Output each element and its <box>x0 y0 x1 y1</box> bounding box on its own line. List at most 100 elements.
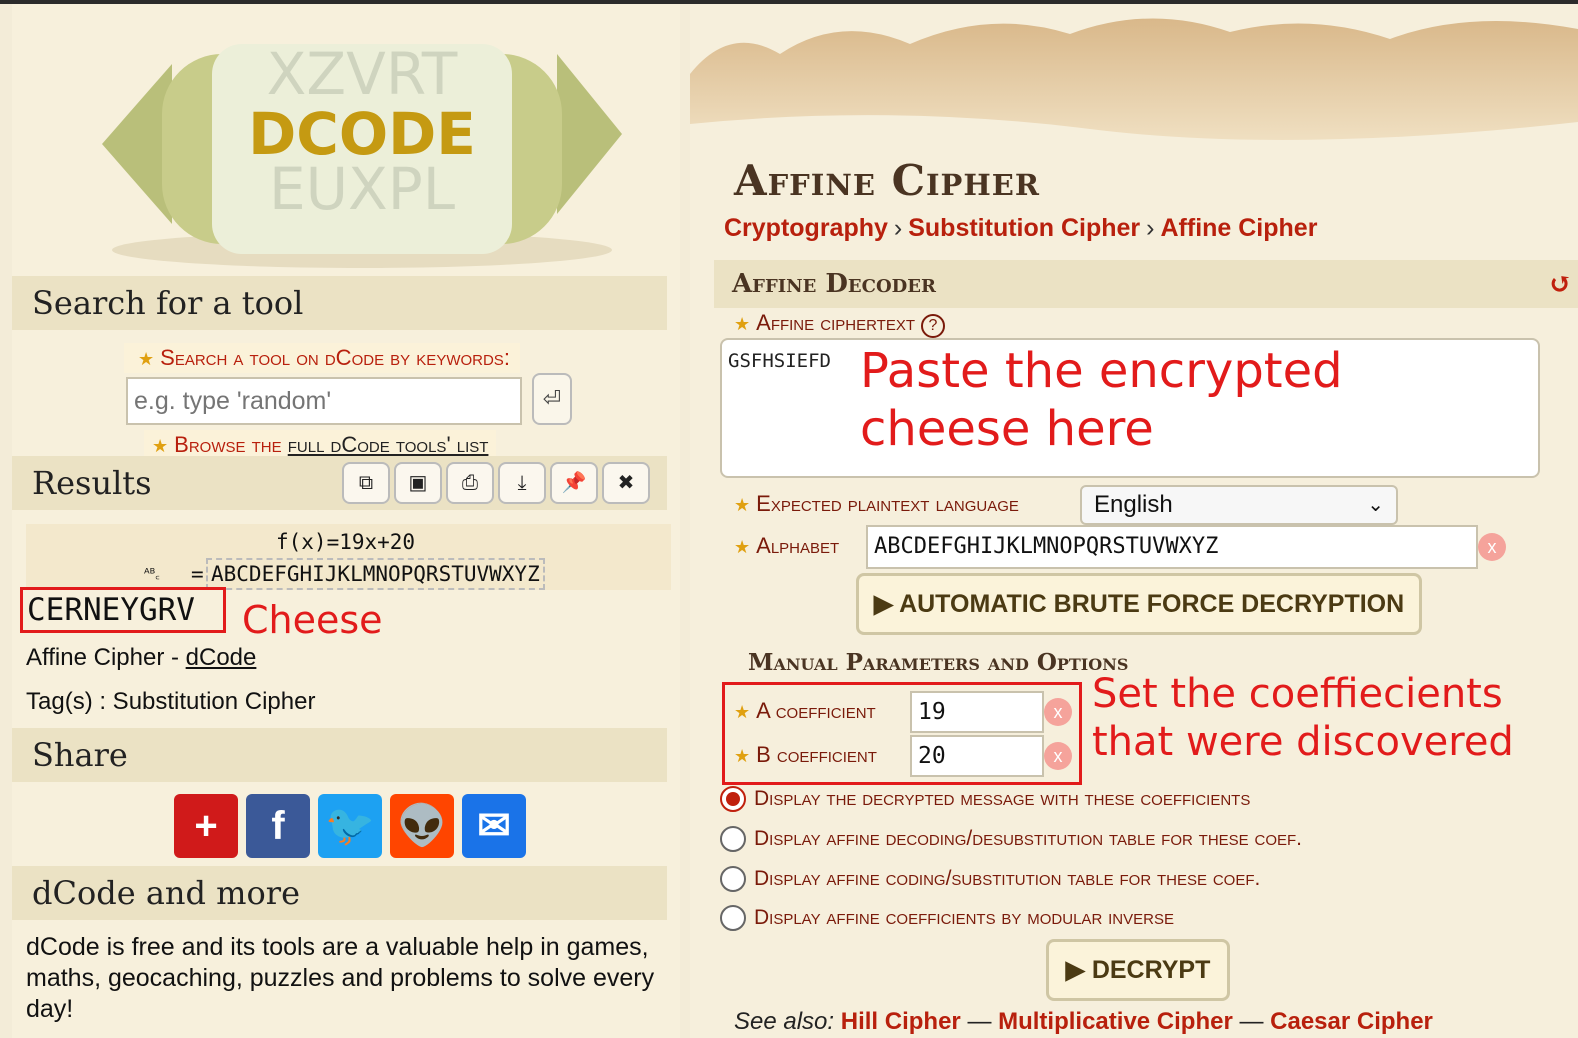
see-also-link[interactable]: Hill Cipher <box>841 1008 961 1035</box>
radio-button[interactable] <box>720 866 746 892</box>
search-submit-button[interactable]: ⏎ <box>532 373 572 425</box>
star-icon: ★ <box>734 495 751 515</box>
star-icon: ★ <box>734 537 751 557</box>
result-alphabet: ABCDEFGHIJKLMNOPQRSTUVWXYZ <box>206 558 545 590</box>
star-icon: ★ <box>152 436 169 456</box>
see-also-link[interactable]: Caesar Cipher <box>1270 1008 1433 1035</box>
brute-force-button[interactable]: ▶ AUTOMATIC BRUTE FORCE DECRYPTION <box>856 573 1422 635</box>
save-button[interactable]: ▣ <box>394 462 442 504</box>
display-option-label: Display affine decoding/desubstitution t… <box>754 827 1303 850</box>
coefficients-annotation-line1: Set the coeffiecients <box>1092 671 1503 717</box>
decrypt-button[interactable]: ▶ DECRYPT <box>1046 939 1230 1001</box>
paste-annotation: Paste the encrypted cheese here <box>860 342 1343 458</box>
alphabet-icon: ᴬᴮ꜀ <box>144 567 160 582</box>
display-option[interactable]: Display affine coding/substitution table… <box>720 864 1260 894</box>
breadcrumb-item[interactable]: Cryptography <box>724 214 888 242</box>
breadcrumb-item[interactable]: Affine Cipher <box>1160 214 1317 242</box>
a-coefficient-label-text: A coefficient <box>756 698 876 723</box>
share-addthis-button[interactable]: + <box>174 794 238 858</box>
search-heading: Search for a tool <box>12 276 667 330</box>
coefficients-annotation-line2: that were discovered <box>1092 719 1514 765</box>
result-formula: f(x)=19x+20 <box>276 530 416 554</box>
display-option[interactable]: Display affine coefficients by modular i… <box>720 903 1174 933</box>
share-twitter-button[interactable]: 🐦 <box>318 794 382 858</box>
see-also-separator: — <box>1239 1008 1264 1035</box>
b-coefficient-label-text: B coefficient <box>756 742 877 767</box>
star-icon: ★ <box>734 314 751 334</box>
browse-prefix: Browse the <box>174 432 282 457</box>
close-icon: ✖ <box>617 472 635 494</box>
download-button[interactable]: ⤓ <box>498 462 546 504</box>
language-label: ★ Expected plaintext language <box>734 491 1019 517</box>
breadcrumb-separator: › <box>1146 214 1155 242</box>
share-email-button[interactable]: ✉ <box>462 794 526 858</box>
copy-button[interactable]: ⧉ <box>342 462 390 504</box>
close-button[interactable]: ✖ <box>602 462 650 504</box>
radio-button[interactable] <box>720 786 746 812</box>
display-option[interactable]: Display affine decoding/desubstitution t… <box>720 824 1302 854</box>
search-label: ★ Search a tool on dCode by keywords: <box>124 343 520 373</box>
star-icon: ★ <box>734 702 751 722</box>
parchment-banner <box>690 4 1578 164</box>
enter-icon: ⏎ <box>542 386 562 411</box>
display-option[interactable]: Display the decrypted message with these… <box>720 784 1250 814</box>
radio-button[interactable] <box>720 826 746 852</box>
b-coefficient-input[interactable]: 20 <box>910 735 1044 777</box>
see-also-links: Hill Cipher — Multiplicative Cipher — Ca… <box>841 1008 1433 1035</box>
see-also-link[interactable]: Multiplicative Cipher <box>998 1008 1233 1035</box>
help-icon[interactable]: ? <box>921 314 945 338</box>
facebook-icon: f <box>271 804 285 848</box>
results-toolbar: ⧉ ▣ ⎙ ⤓ 📌 ✖ <box>342 462 650 504</box>
share-reddit-button[interactable]: 👽 <box>390 794 454 858</box>
result-source-link[interactable]: dCode <box>186 644 257 671</box>
pin-button[interactable]: 📌 <box>550 462 598 504</box>
share-heading: Share <box>12 728 667 782</box>
logo-top-letters: XZVRT <box>267 40 458 108</box>
b-coefficient-label: ★ B coefficient <box>734 742 877 768</box>
language-label-text: Expected plaintext language <box>756 491 1019 516</box>
save-icon: ▣ <box>408 472 428 494</box>
display-option-label: Display affine coefficients by modular i… <box>754 906 1174 929</box>
copy-icon: ⧉ <box>358 472 374 494</box>
about-text: dCode is free and its tools are a valuab… <box>26 933 655 1023</box>
sidebar: XZVRT DCODE EUXPL Search for a tool ★ Sea… <box>12 4 680 1038</box>
result-tags: Tag(s) : Substitution Cipher <box>26 688 316 715</box>
see-also-separator: — <box>967 1008 992 1035</box>
a-coefficient-label: ★ A coefficient <box>734 698 876 724</box>
clear-a-button[interactable]: x <box>1044 698 1072 726</box>
email-icon: ✉ <box>477 804 511 848</box>
browse-link-text[interactable]: full dCode tools' list <box>288 432 489 457</box>
cheese-annotation: Cheese <box>242 598 383 642</box>
see-also: See also: Hill Cipher — Multiplicative C… <box>734 1008 1433 1036</box>
decrypted-result: CERNEYGRV <box>20 587 226 633</box>
reset-icon[interactable]: ↺ <box>1549 260 1572 308</box>
decoder-heading-text: Affine Decoder <box>732 269 936 299</box>
alphabet-input[interactable]: ABCDEFGHIJKLMNOPQRSTUVWXYZ <box>866 525 1478 569</box>
star-icon: ★ <box>734 746 751 766</box>
search-input[interactable] <box>126 377 522 425</box>
pin-icon: 📌 <box>561 472 587 494</box>
radio-button[interactable] <box>720 905 746 931</box>
paste-annotation-line2: cheese here <box>860 401 1154 457</box>
breadcrumb: Cryptography › Substitution Cipher › Affine … <box>724 214 1317 243</box>
decoder-heading: Affine Decoder ↺ <box>714 260 1578 308</box>
breadcrumb-separator: › <box>893 214 903 242</box>
display-option-label: Display affine coding/substitution table… <box>754 867 1261 890</box>
ciphertext-label: ★ Affine ciphertext? <box>734 310 945 338</box>
paste-annotation-line1: Paste the encrypted <box>860 343 1343 399</box>
result-formula-box: f(x)=19x+20 ᴬᴮ꜀ = ABCDEFGHIJKLMNOPQRSTUV… <box>26 524 671 590</box>
twitter-icon: 🐦 <box>325 804 375 848</box>
star-icon: ★ <box>138 349 155 369</box>
print-button[interactable]: ⎙ <box>446 462 494 504</box>
see-also-prefix: See also: <box>734 1008 835 1035</box>
a-coefficient-input[interactable]: 19 <box>910 691 1044 733</box>
breadcrumb-item[interactable]: Substitution Cipher <box>908 214 1140 242</box>
clear-b-button[interactable]: x <box>1044 742 1072 770</box>
clear-alphabet-button[interactable]: x <box>1478 533 1506 561</box>
language-select[interactable]: English ⌄ <box>1080 485 1398 525</box>
result-source: Affine Cipher - dCode <box>26 644 256 672</box>
page-title: Affine Cipher <box>734 156 1040 205</box>
main-content: Affine Cipher Cryptography › Substitution … <box>690 4 1578 1038</box>
share-facebook-button[interactable]: f <box>246 794 310 858</box>
dcode-logo[interactable]: XZVRT DCODE EUXPL <box>92 14 632 276</box>
